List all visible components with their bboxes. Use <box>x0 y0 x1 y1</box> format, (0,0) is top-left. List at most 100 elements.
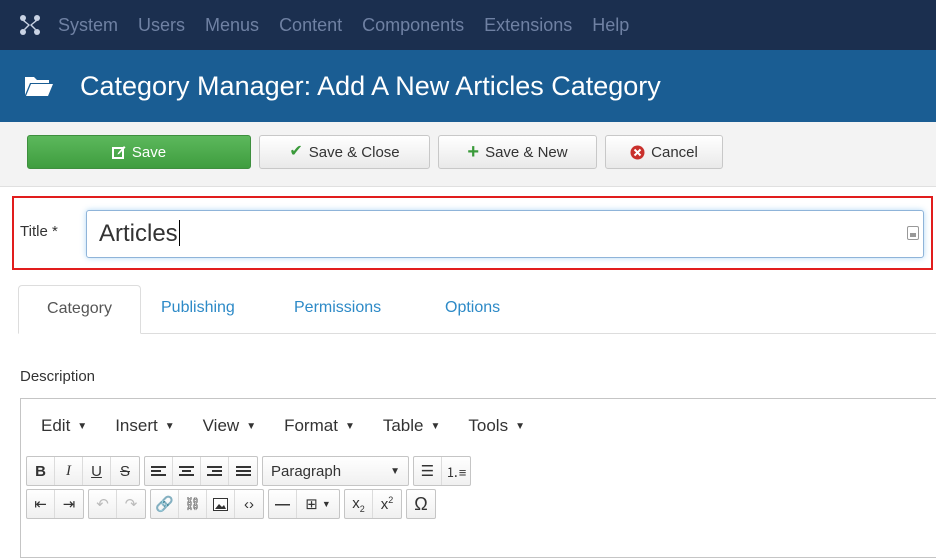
list-group: ☰ ⒈≡ <box>413 456 471 486</box>
strikethrough-button[interactable]: S <box>111 457 139 485</box>
underline-button[interactable]: U <box>83 457 111 485</box>
bullet-list-button[interactable]: ☰ <box>414 457 442 485</box>
menu-format[interactable]: Format ▼ <box>284 416 355 436</box>
menu-view[interactable]: View ▼ <box>203 416 256 436</box>
menu-edit[interactable]: Edit ▼ <box>41 416 87 436</box>
menu-view-label: View <box>202 415 240 435</box>
title-label: Title * <box>20 223 58 240</box>
insert-link-button[interactable]: 🔗 <box>151 490 179 518</box>
bullet-list-icon: ☰ <box>420 463 435 480</box>
history-group: ↶ ↷ <box>88 489 146 519</box>
save-close-button[interactable]: ✔ Save & Close <box>259 135 430 169</box>
tab-category[interactable]: Category <box>18 285 141 334</box>
save-label: Save <box>131 143 167 161</box>
text-cursor <box>178 220 180 246</box>
field-autofill-icon[interactable] <box>907 226 919 240</box>
save-new-button[interactable]: + Save & New <box>438 135 597 169</box>
chevron-down-icon: ▼ <box>344 420 355 432</box>
align-left-button[interactable] <box>145 457 173 485</box>
check-icon: ✔ <box>289 143 303 160</box>
align-right-button[interactable] <box>201 457 229 485</box>
undo-button[interactable]: ↶ <box>89 490 117 518</box>
align-right-icon <box>207 464 222 478</box>
format-select[interactable]: Paragraph ▼ <box>263 457 408 485</box>
menu-tools[interactable]: Tools ▼ <box>468 416 525 436</box>
numbered-list-icon: ⒈≡ <box>445 464 467 480</box>
description-label: Description <box>20 368 96 385</box>
tab-options[interactable]: Options <box>445 285 500 333</box>
indent-button[interactable]: ⇥ <box>55 490 83 518</box>
remove-link-button[interactable]: ⛓ <box>179 490 207 518</box>
table-button[interactable]: ⊞ ▼ <box>297 490 339 518</box>
tab-bar: Category Publishing Permissions Options <box>18 285 936 334</box>
nav-users[interactable]: Users <box>138 0 185 50</box>
align-justify-button[interactable] <box>229 457 257 485</box>
format-select-value: Paragraph <box>271 462 342 480</box>
omega-icon: Ω <box>414 493 428 514</box>
menu-table[interactable]: Table ▼ <box>383 416 441 436</box>
nav-system[interactable]: System <box>58 0 118 50</box>
horizontal-rule-button[interactable]: — <box>269 490 297 518</box>
superscript-icon: x2 <box>380 495 394 513</box>
menu-table-label: Table <box>382 415 424 435</box>
menu-format-label: Format <box>284 415 338 435</box>
edit-icon <box>111 146 126 159</box>
save-button[interactable]: Save <box>27 135 251 169</box>
unlink-icon: ⛓ <box>184 496 201 511</box>
joomla-logo-icon[interactable] <box>10 0 50 50</box>
cancel-circle-icon <box>630 145 645 159</box>
chevron-down-icon: ▼ <box>390 465 400 477</box>
italic-button[interactable]: I <box>55 457 83 485</box>
hr-table-group: — ⊞ ▼ <box>268 489 340 519</box>
redo-button[interactable]: ↷ <box>117 490 145 518</box>
chevron-down-icon: ▼ <box>515 420 525 432</box>
plus-icon: + <box>467 141 480 163</box>
redo-icon: ↷ <box>124 496 138 513</box>
subscript-icon: x2 <box>352 494 365 514</box>
editor-toolbar-row-1: B I U S Paragraph ▼ ☰ ⒈≡ <box>26 456 475 486</box>
cancel-button[interactable]: Cancel <box>605 135 723 169</box>
numbered-list-button[interactable]: ⒈≡ <box>442 457 470 485</box>
toolbar: Save ✔ Save & Close + Save & New Cancel <box>0 122 936 187</box>
title-field-row: Title * Articles <box>12 196 933 270</box>
special-char-group: Ω <box>406 489 436 519</box>
indent-icon: ⇥ <box>62 496 76 513</box>
title-input[interactable]: Articles <box>86 210 924 258</box>
outdent-button[interactable]: ⇤ <box>27 490 55 518</box>
menu-edit-label: Edit <box>41 415 71 435</box>
chevron-down-icon: ▼ <box>321 499 331 509</box>
alignment-group <box>144 456 258 486</box>
tab-publishing[interactable]: Publishing <box>161 285 235 333</box>
superscript-button[interactable]: x2 <box>373 490 401 518</box>
page-title: Category Manager: Add A New Articles Cat… <box>80 70 661 101</box>
align-center-button[interactable] <box>173 457 201 485</box>
bold-button[interactable]: B <box>27 457 55 485</box>
image-icon <box>213 497 228 511</box>
editor-menubar: Edit ▼ Insert ▼ View ▼ Format ▼ Table ▼ Tools… <box>21 399 936 452</box>
indent-group: ⇤ ⇥ <box>26 489 84 519</box>
align-center-icon <box>179 464 194 478</box>
special-character-button[interactable]: Ω <box>407 490 435 518</box>
insert-image-button[interactable] <box>207 490 235 518</box>
nav-help[interactable]: Help <box>592 0 629 50</box>
menu-insert[interactable]: Insert ▼ <box>115 416 174 436</box>
nav-menus[interactable]: Menus <box>205 0 259 50</box>
chevron-down-icon: ▼ <box>164 420 175 432</box>
title-input-value: Articles <box>99 220 178 247</box>
chevron-down-icon: ▼ <box>246 420 257 432</box>
menu-tools-label: Tools <box>468 415 509 435</box>
horizontal-rule-icon: — <box>275 495 290 513</box>
align-justify-icon <box>235 464 251 478</box>
chevron-down-icon: ▼ <box>77 420 88 432</box>
top-navbar: System Users Menus Content Components Ex… <box>0 0 936 50</box>
source-code-button[interactable]: ‹› <box>235 490 263 518</box>
align-left-icon <box>151 464 166 478</box>
script-group: x2 x2 <box>344 489 402 519</box>
tab-permissions[interactable]: Permissions <box>294 285 381 333</box>
nav-content[interactable]: Content <box>279 0 342 50</box>
subscript-button[interactable]: x2 <box>345 490 373 518</box>
format-select-group: Paragraph ▼ <box>262 456 409 486</box>
nav-components[interactable]: Components <box>362 0 464 50</box>
menu-insert-label: Insert <box>115 415 158 435</box>
nav-extensions[interactable]: Extensions <box>484 0 572 50</box>
